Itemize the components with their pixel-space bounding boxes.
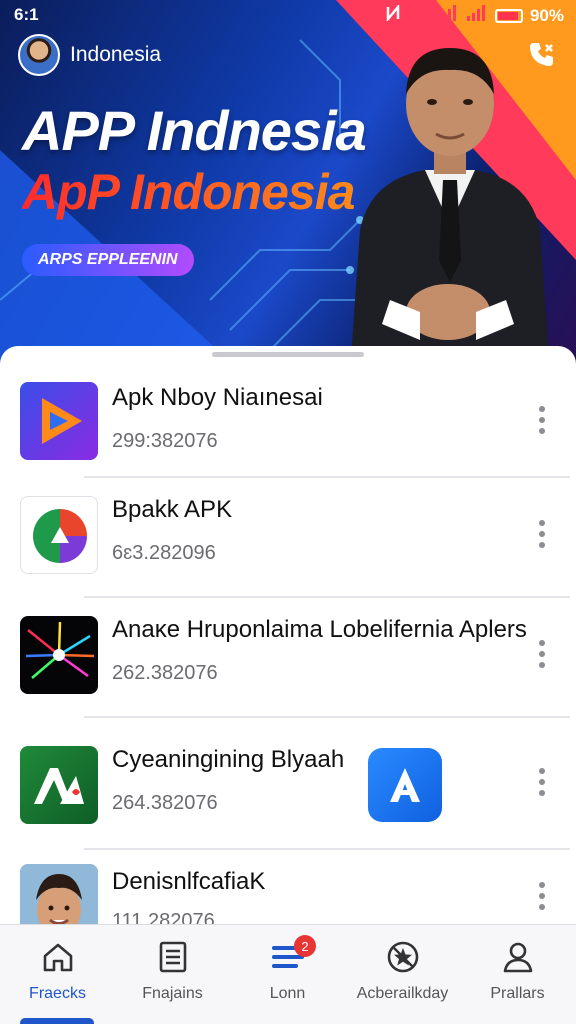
more-options-icon[interactable] — [530, 876, 554, 916]
divider — [84, 596, 570, 598]
hero-banner[interactable]: 6:1 90% Indonesia APP Indnesia ApP Indon… — [0, 0, 576, 372]
app-name: Apk Nboy Niaınesai — [112, 384, 323, 411]
letter-a-icon[interactable] — [368, 748, 442, 822]
hero-badge-pill[interactable]: ARPS EPPLEENIN — [22, 244, 194, 276]
avatar[interactable] — [18, 34, 60, 76]
battery-percent: 90% — [529, 5, 564, 25]
hero-user[interactable]: Indonesia — [18, 34, 161, 76]
app-meta: 262.382076 — [112, 662, 218, 684]
more-options-icon[interactable] — [530, 514, 554, 554]
more-options-icon[interactable] — [530, 634, 554, 674]
app-name: DenisnlfcafiaK — [112, 868, 266, 895]
list-item[interactable]: Bpakk APK 6ɛ3.282096 — [6, 480, 570, 598]
document-icon — [115, 937, 230, 977]
phone-button[interactable] — [524, 38, 560, 74]
app-meta: 264.382076 — [112, 792, 218, 814]
app-name: Bpakk APK — [112, 496, 233, 523]
nav-label: Acberailkday — [356, 985, 449, 1002]
bottom-navigation: Fraecks Fnajains 2 Lonn Acberailkday Pra… — [0, 924, 576, 1024]
nav-item-home[interactable]: Fraecks — [0, 937, 115, 1003]
hero-username: Indonesia — [70, 43, 162, 66]
more-options-icon[interactable] — [530, 400, 554, 440]
signal-icon-2 — [466, 5, 488, 26]
profile-icon — [460, 937, 575, 977]
status-bar: 6:1 90% — [0, 0, 576, 30]
status-time: 6:1 — [14, 5, 39, 24]
list-item[interactable]: Cyeaningining Blyaah 264.382076 — [6, 732, 570, 850]
nav-label: Prallars — [490, 985, 545, 1002]
app-list: Apk Nboy Niaınesai 299:382076 Bpakk APK — [6, 360, 570, 936]
nav-item-star[interactable]: Acberailkday — [345, 937, 460, 1003]
list-item[interactable]: Apk Nboy Niaınesai 299:382076 — [6, 360, 570, 478]
drive-triangle-icon — [20, 496, 98, 574]
list-item[interactable]: Anaĸe Hruponlaima Lobelifernia Aplers 26… — [6, 600, 570, 718]
wifi-icon — [408, 4, 430, 26]
hero-title-secondary: ApP Indonesia — [22, 164, 355, 220]
divider — [84, 476, 570, 478]
card-logo-icon — [20, 746, 98, 824]
more-options-icon[interactable] — [530, 762, 554, 802]
app-name: Cyeaningining Blyaah — [112, 746, 345, 773]
app-meta: 299:382076 — [112, 430, 218, 452]
star-circle-icon — [345, 937, 460, 977]
home-indicator[interactable] — [20, 1018, 94, 1024]
status-indicators: 90% — [385, 3, 564, 26]
nav-label: Fraecks — [29, 985, 86, 1002]
menu-lines-icon: 2 — [230, 935, 345, 977]
battery-icon — [494, 8, 523, 23]
notification-badge: 2 — [294, 935, 316, 957]
signal-icon-1 — [437, 5, 459, 26]
nav-label: Fnajains — [142, 985, 203, 1002]
home-icon — [0, 937, 115, 977]
nav-item-document[interactable]: Fnajains — [115, 937, 230, 1003]
phone-icon — [527, 39, 557, 74]
play-triangle-icon — [20, 382, 98, 460]
nav-item-profile[interactable]: Prallars — [460, 937, 575, 1003]
app-list-sheet: Apk Nboy Niaınesai 299:382076 Bpakk APK — [0, 346, 576, 936]
divider — [84, 848, 570, 850]
nfc-icon — [385, 3, 401, 26]
hero-title-primary: APP Indnesia — [22, 99, 367, 162]
divider — [84, 716, 570, 718]
app-name: Anaĸe Hruponlaima Lobelifernia Aplers — [112, 616, 527, 643]
app-screen: 6:1 90% Indonesia APP Indnesia ApP Indon… — [0, 0, 576, 1024]
light-burst-icon — [20, 616, 98, 694]
sheet-grabber[interactable] — [212, 352, 364, 357]
nav-label: Lonn — [269, 985, 306, 1002]
app-meta: 6ɛ3.282096 — [112, 542, 216, 564]
nav-item-menu[interactable]: 2 Lonn — [230, 935, 345, 1003]
